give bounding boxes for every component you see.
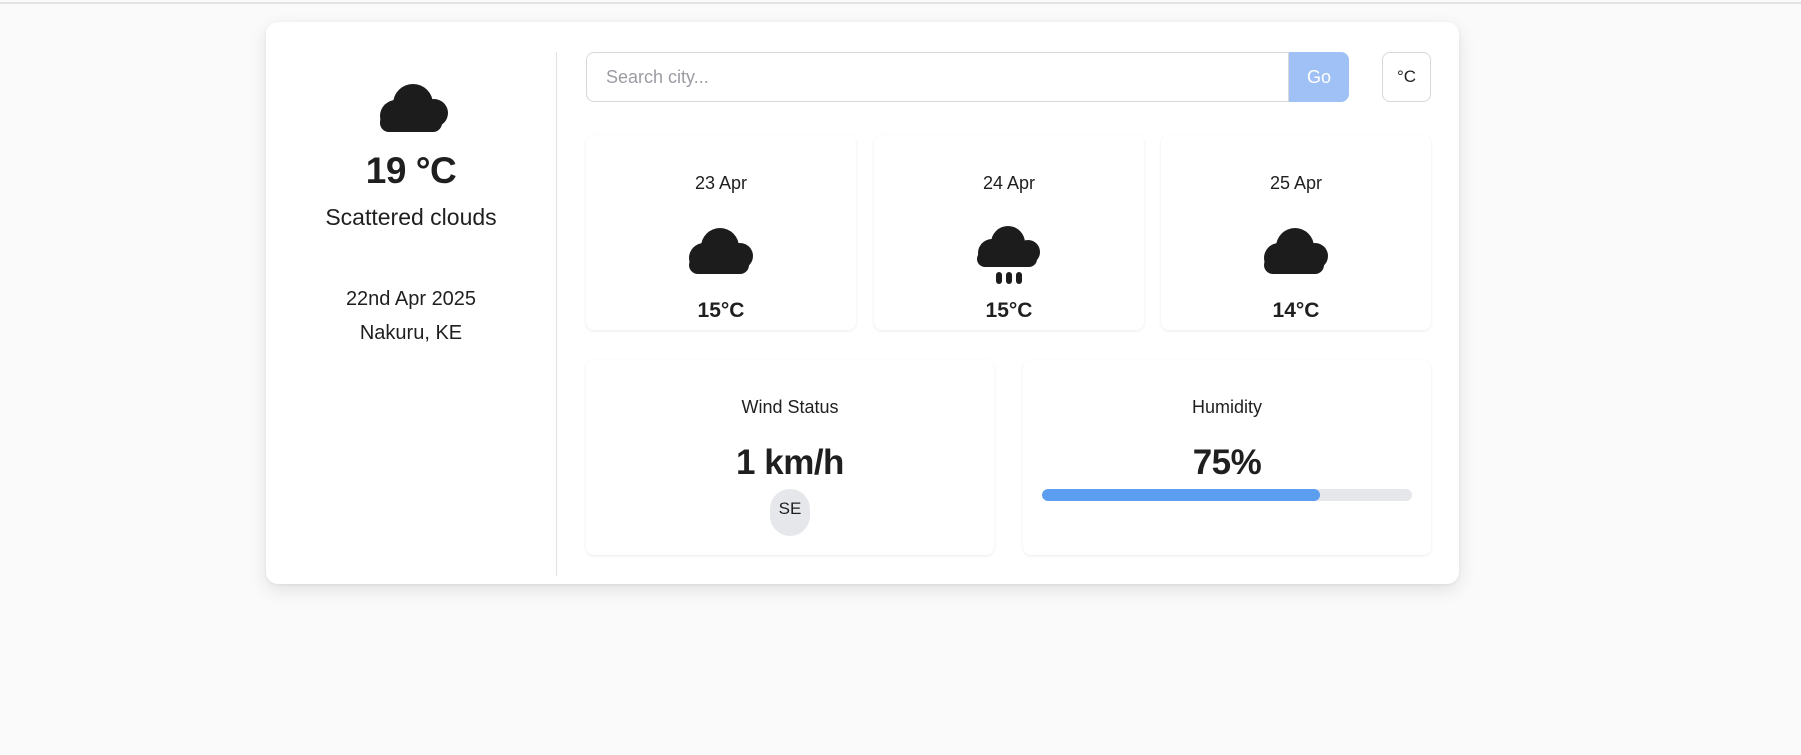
wind-status-title: Wind Status <box>741 397 839 417</box>
humidity-title: Humidity <box>1191 397 1262 417</box>
humidity-progress-bar <box>1042 489 1412 501</box>
forecast-temperature: 14°C <box>1272 299 1320 322</box>
forecast-card: 25 Apr 14°C <box>1161 135 1431 330</box>
current-location: Nakuru, KE <box>359 322 463 344</box>
forecast-date: 23 Apr <box>694 173 748 193</box>
panel-divider <box>556 52 557 576</box>
search-box <box>586 52 1289 102</box>
rain-cloud-icon <box>977 226 1040 284</box>
forecast-temperature: 15°C <box>985 299 1033 322</box>
search-input[interactable] <box>587 53 1288 101</box>
unit-toggle-button[interactable]: °C <box>1382 52 1431 102</box>
humidity-progress-fill <box>1042 489 1320 501</box>
cloud-icon <box>380 84 448 132</box>
cloud-icon <box>1264 228 1328 274</box>
forecast-temperature: 15°C <box>697 299 745 322</box>
forecast-card: 23 Apr 15°C <box>586 135 856 330</box>
forecast-card: 24 Apr 15°C <box>874 135 1144 330</box>
wind-status-card: Wind Status 1 km/h SE <box>586 360 994 555</box>
wind-direction-badge: SE <box>770 489 810 536</box>
humidity-card: Humidity 75% <box>1023 360 1431 555</box>
top-border <box>0 2 1801 4</box>
weather-description: Scattered clouds <box>325 204 497 230</box>
current-date: 22nd Apr 2025 <box>345 288 477 310</box>
go-button[interactable]: Go <box>1289 52 1349 102</box>
forecast-date: 24 Apr <box>982 173 1036 193</box>
humidity-value: 75% <box>1192 443 1262 482</box>
current-weather-panel: 19 °C Scattered clouds 22nd Apr 2025 Nak… <box>266 22 556 584</box>
cloud-icon <box>689 228 753 274</box>
weather-card: 19 °C Scattered clouds 22nd Apr 2025 Nak… <box>266 22 1459 584</box>
current-temperature: 19 °C <box>365 150 457 191</box>
wind-speed-value: 1 km/h <box>736 443 844 482</box>
forecast-date: 25 Apr <box>1269 173 1323 193</box>
